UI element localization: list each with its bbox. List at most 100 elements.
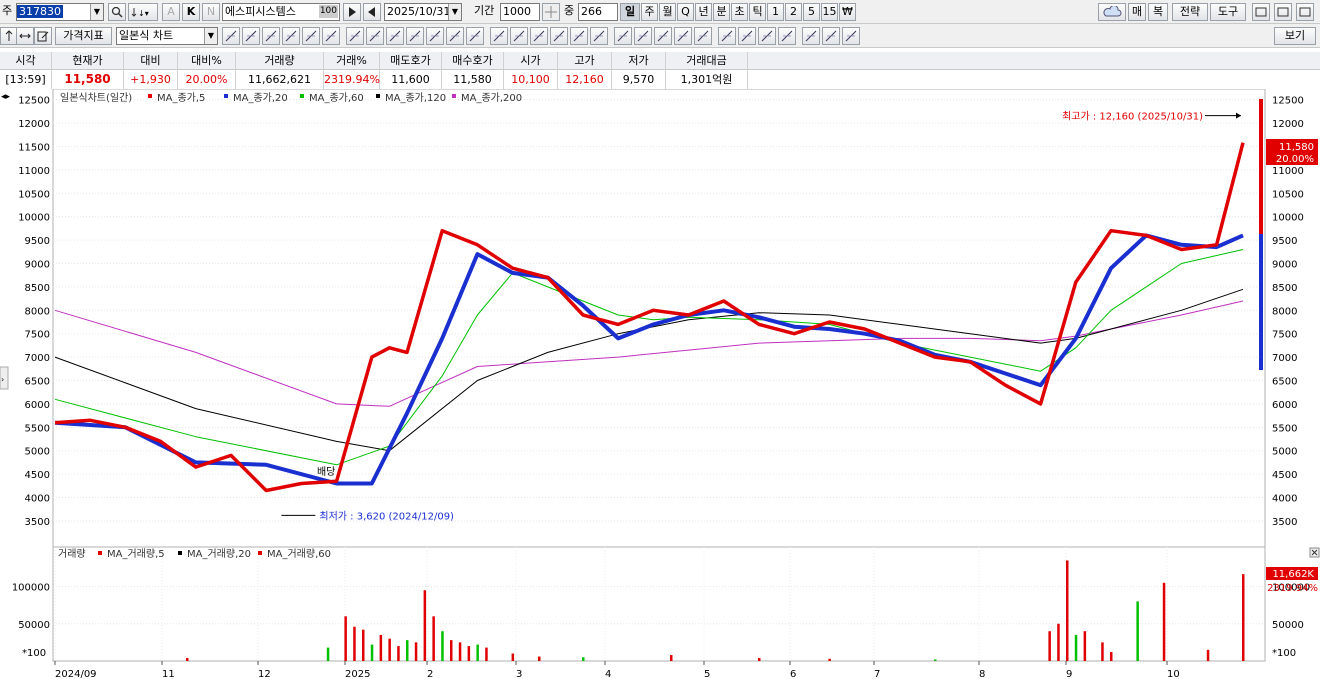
- frame-tool-icon[interactable]: [590, 27, 608, 45]
- save-icon[interactable]: [1274, 3, 1292, 21]
- toolbar-right-button-0[interactable]: 매: [1128, 3, 1146, 21]
- collapse-arrow-icon[interactable]: ›: [0, 366, 9, 390]
- next-icon[interactable]: [343, 3, 361, 21]
- y-tick-right: 9000: [1272, 260, 1297, 271]
- left-arrow-tool-icon[interactable]: [654, 27, 672, 45]
- quote-header-5: 거래%: [324, 52, 379, 70]
- period-button-5[interactable]: 분: [713, 3, 730, 21]
- volume-bar: [1074, 634, 1078, 661]
- period-button-4[interactable]: 년: [695, 3, 712, 21]
- callout-tool-icon[interactable]: [694, 27, 712, 45]
- note-tool-icon[interactable]: [570, 27, 588, 45]
- last-volume-box: 11,662K 2319.94%: [1266, 567, 1318, 594]
- panel-toggle-icon[interactable]: ◂▸: [1, 92, 11, 102]
- y-tick-left: 12500: [18, 96, 50, 107]
- period-button-11[interactable]: 15: [821, 3, 838, 21]
- price-indicator-button[interactable]: 가격지표: [55, 27, 112, 45]
- circle-tool-icon[interactable]: [718, 27, 736, 45]
- chart-type-dropdown-icon[interactable]: ▼: [204, 28, 217, 44]
- pitchfork-tool-icon[interactable]: [466, 27, 484, 45]
- k-button[interactable]: K: [182, 3, 200, 21]
- zoom-tool-icon[interactable]: [758, 27, 776, 45]
- quote-col-7: 매수호가 11,580: [442, 52, 504, 89]
- quote-col-11: 거래대금 1,301억원: [666, 52, 748, 89]
- n-button[interactable]: N: [202, 3, 220, 21]
- sort-dropdown-icon[interactable]: ↓▾: [128, 3, 158, 21]
- fib-tool-icon[interactable]: [406, 27, 424, 45]
- table-tool-icon[interactable]: [386, 27, 404, 45]
- view-button[interactable]: 보기: [1274, 27, 1316, 45]
- bomb-tool-icon[interactable]: [778, 27, 796, 45]
- edit-icon[interactable]: [34, 27, 52, 45]
- cycle-tool-icon[interactable]: [346, 27, 364, 45]
- left-right-arrow-icon[interactable]: [16, 27, 34, 45]
- period-button-6[interactable]: 초: [731, 3, 748, 21]
- y-tick-right: 5500: [1272, 423, 1297, 434]
- stock-name-field[interactable]: 에스피시스템스 100: [222, 3, 340, 21]
- wave-tool-icon[interactable]: [822, 27, 840, 45]
- search-icon[interactable]: [108, 3, 126, 21]
- down-arrow-tool-icon[interactable]: [634, 27, 652, 45]
- period-button-0[interactable]: 일: [620, 3, 640, 21]
- count-input[interactable]: 266: [578, 3, 618, 21]
- y-tick-left: 4500: [25, 470, 50, 481]
- grid-tool-icon[interactable]: [366, 27, 384, 45]
- quote-bar: 시각 [13:59] 현재가 11,580 대비 +1,930 대비% 20.00% 거래량 11…: [0, 52, 1320, 89]
- volume-bar: [485, 647, 488, 661]
- price-chart-title: 일본식차트(일간): [60, 92, 132, 104]
- right-arrow-tool-icon[interactable]: [674, 27, 692, 45]
- period-button-9[interactable]: 2: [785, 3, 802, 21]
- line-tool-icon[interactable]: [222, 27, 240, 45]
- marker-tool-icon[interactable]: [550, 27, 568, 45]
- volume-y-tick-left: 100000: [12, 583, 50, 594]
- brush-tool-icon[interactable]: [510, 27, 528, 45]
- arc-tool-icon[interactable]: [262, 27, 280, 45]
- date-dropdown-icon[interactable]: ▼: [448, 4, 461, 20]
- toolbar-right-button-3[interactable]: 도구: [1210, 3, 1246, 21]
- ruler-tool-icon[interactable]: [842, 27, 860, 45]
- vline-tool-icon[interactable]: [322, 27, 340, 45]
- prev-icon[interactable]: [363, 3, 381, 21]
- period-button-10[interactable]: 5: [803, 3, 820, 21]
- volume-bar: [423, 590, 427, 661]
- toolbar-right-button-2[interactable]: 전략: [1172, 3, 1208, 21]
- channel-tool-icon[interactable]: [426, 27, 444, 45]
- chart-type-select[interactable]: 일본식 차트 ▼: [116, 27, 218, 45]
- quote-col-8: 시가 10,100: [504, 52, 558, 89]
- a-button[interactable]: A: [162, 3, 180, 21]
- volume-bar: [1101, 642, 1104, 661]
- hline-tool-icon[interactable]: [302, 27, 320, 45]
- period-button-3[interactable]: Q: [677, 3, 694, 21]
- toolbar-right-button-1[interactable]: 복: [1148, 3, 1168, 21]
- fan-tool-icon[interactable]: [282, 27, 300, 45]
- rect-tool-icon[interactable]: [738, 27, 756, 45]
- volume-bar: [370, 644, 374, 661]
- period-button-12[interactable]: ₩: [839, 3, 856, 21]
- eraser-tool-icon[interactable]: [530, 27, 548, 45]
- stock-code-field[interactable]: 317830 ▼: [16, 3, 104, 21]
- stock-chart[interactable]: 3500 4000 4500 5000 5500 6000 6500 7000 7500 8000…: [0, 89, 1320, 679]
- print-icon[interactable]: [1296, 3, 1314, 21]
- volume-bar: [1048, 631, 1051, 661]
- folder-icon[interactable]: [1252, 3, 1270, 21]
- magic-tool-icon[interactable]: [802, 27, 820, 45]
- up-arrow-tool-icon[interactable]: [614, 27, 632, 45]
- quote-filler: [748, 52, 1320, 89]
- volume-bar: [511, 653, 515, 661]
- date-field[interactable]: 2025/10/31 ▼: [384, 3, 462, 21]
- period-input[interactable]: 1000: [500, 3, 540, 21]
- volume-bar: [326, 647, 330, 661]
- code-dropdown-icon[interactable]: ▼: [90, 4, 103, 20]
- period-button-7[interactable]: 틱: [749, 3, 766, 21]
- period-button-1[interactable]: 주: [641, 3, 658, 21]
- cloud-icon[interactable]: [1098, 3, 1126, 21]
- pencil-tool-icon[interactable]: [490, 27, 508, 45]
- move-icon[interactable]: [542, 3, 560, 21]
- period-button-2[interactable]: 월: [659, 3, 676, 21]
- y-tick-right: 9500: [1272, 236, 1297, 247]
- period-button-8[interactable]: 1: [767, 3, 784, 21]
- close-volume-icon[interactable]: [1309, 547, 1320, 558]
- x-tick-label: 12: [258, 669, 271, 679]
- angle-tool-icon[interactable]: [242, 27, 260, 45]
- parallel-tool-icon[interactable]: [446, 27, 464, 45]
